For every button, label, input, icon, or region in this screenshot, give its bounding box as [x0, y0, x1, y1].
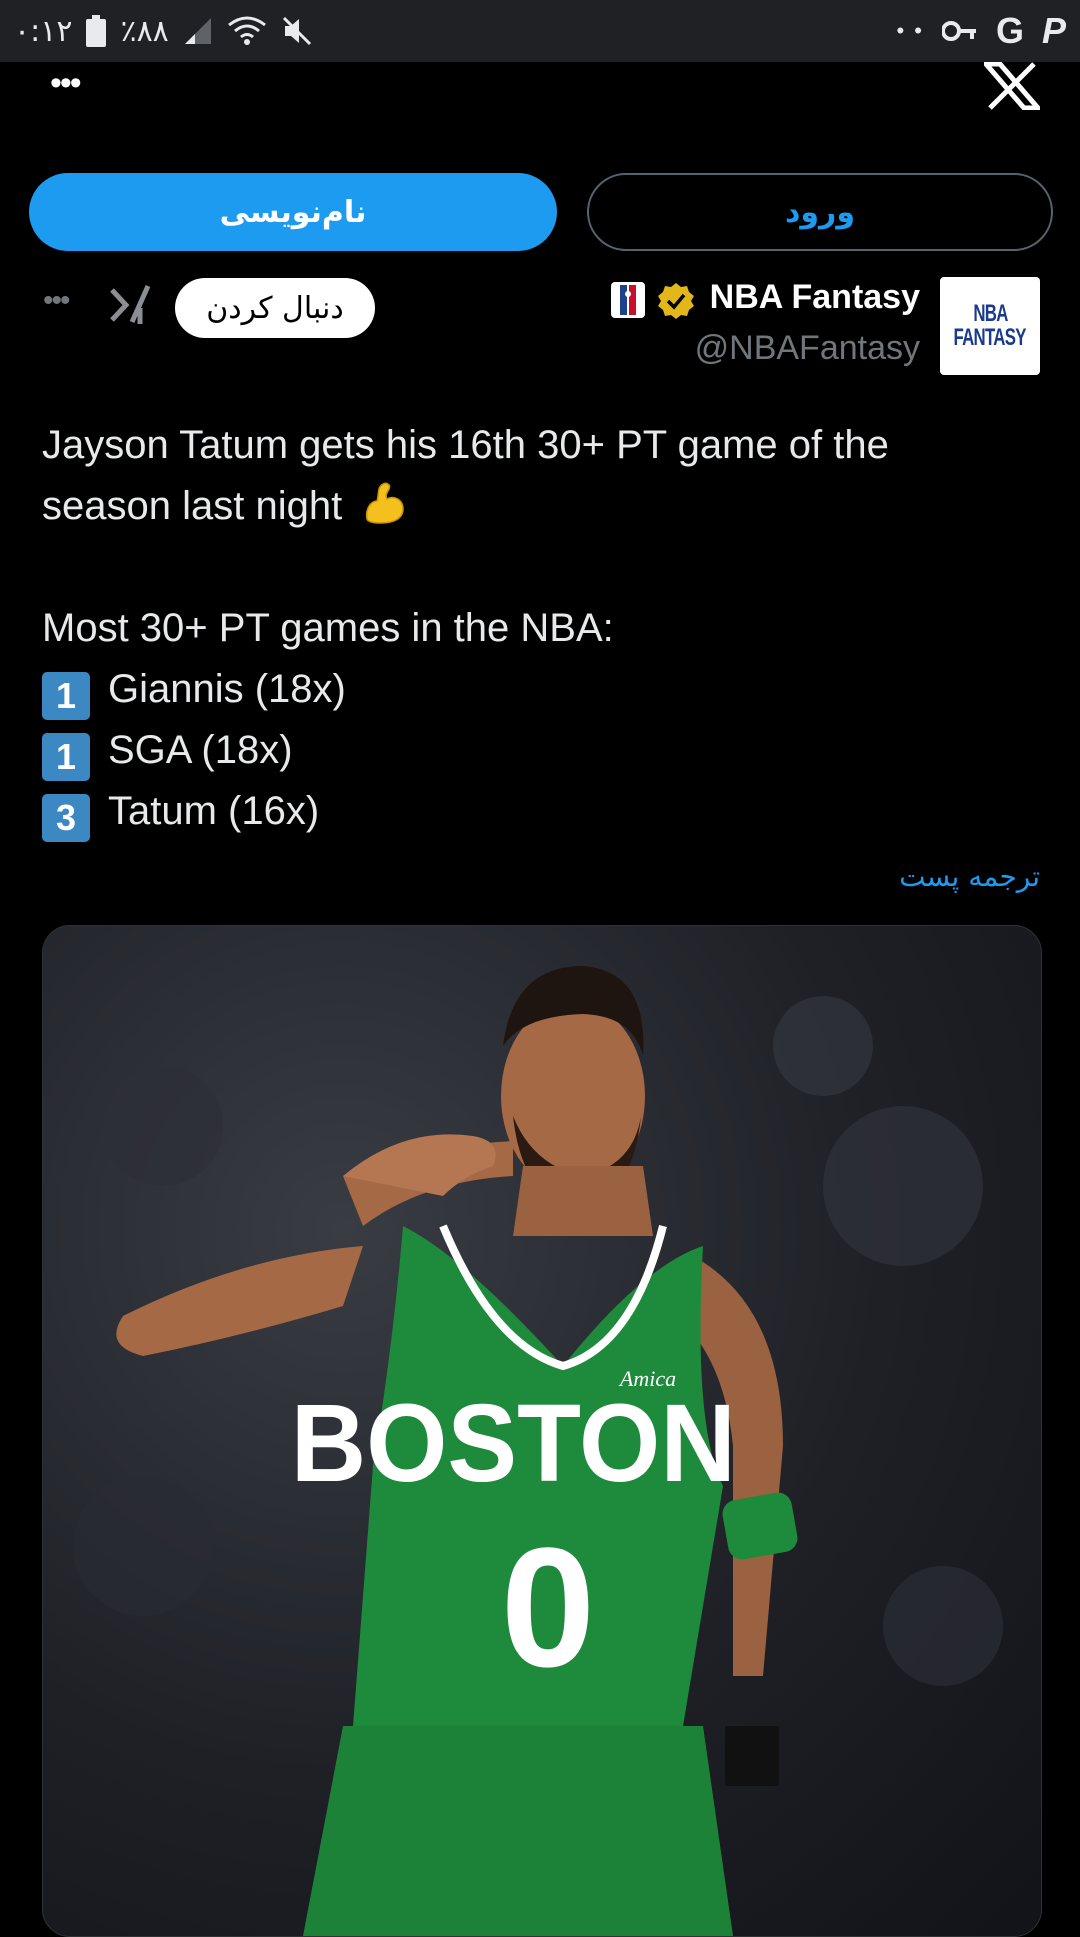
- follow-button[interactable]: دنبال کردن: [175, 278, 375, 338]
- translate-post-link[interactable]: ترجمه پست: [899, 860, 1040, 893]
- tweet-media[interactable]: BOSTON 0 Amica: [42, 925, 1042, 1937]
- nba-affiliate-icon: [611, 282, 645, 318]
- mute-icon: [281, 15, 313, 47]
- list-item-text: Tatum (16x): [108, 789, 320, 833]
- list-item: 3 Tatum (16x): [42, 781, 1042, 842]
- google-icon: G: [995, 10, 1024, 51]
- status-bar: ۰:۱۲ ٪۸۸ • • G P: [0, 0, 1080, 62]
- jersey-sponsor-text: Amica: [618, 1366, 676, 1391]
- login-button[interactable]: ورود: [587, 173, 1053, 251]
- tweet-line: season last night: [42, 484, 343, 528]
- keycap-icon: 1: [42, 671, 90, 720]
- flexed-biceps-icon: [361, 479, 409, 545]
- jersey-number-text: 0: [501, 1513, 596, 1703]
- battery-icon: [86, 15, 107, 47]
- grok-icon[interactable]: [110, 284, 152, 331]
- jersey-team-text: BOSTON: [291, 1382, 736, 1505]
- signal-icon: [183, 16, 213, 46]
- list-item: 1 Giannis (18x): [42, 659, 1042, 720]
- status-right: • • G P: [896, 10, 1066, 52]
- author-handle[interactable]: @NBAFantasy: [695, 329, 920, 368]
- x-logo-icon[interactable]: [980, 61, 1044, 115]
- tweet-line-with-emoji: season last night: [42, 476, 1042, 537]
- paypal-icon: P: [1041, 10, 1066, 51]
- avatar[interactable]: NBA FANTASY: [940, 277, 1040, 375]
- avatar-line1: NBA: [972, 300, 1008, 327]
- verified-badge-icon: [656, 281, 696, 326]
- status-left: ۰:۱۲ ٪۸۸: [14, 10, 313, 52]
- list-item-text: Giannis (18x): [108, 667, 346, 711]
- top-bar: •••: [0, 61, 1080, 150]
- avatar-line2: FANTASY: [953, 324, 1027, 351]
- more-options-icon[interactable]: •••: [50, 64, 82, 103]
- signup-button[interactable]: نام‌نویسی: [29, 173, 557, 251]
- list-item-text: SGA (18x): [108, 728, 293, 772]
- wifi-icon: [227, 15, 267, 47]
- post-menu-icon[interactable]: •••: [43, 284, 70, 318]
- battery-level: ٪۸۸: [120, 13, 169, 49]
- tweet-line: Jayson Tatum gets his 16th 30+ PT game o…: [42, 423, 889, 467]
- keycap-icon: 3: [42, 793, 90, 842]
- keycap-icon: 1: [42, 732, 90, 781]
- more-dots-icon: • •: [896, 18, 924, 43]
- clock: ۰:۱۲: [14, 13, 73, 49]
- key-icon: [941, 19, 978, 43]
- author-name[interactable]: NBA Fantasy: [710, 278, 920, 317]
- tweet-line: Most 30+ PT games in the NBA:: [42, 606, 614, 650]
- player-photo: BOSTON 0 Amica: [73, 966, 1003, 1936]
- list-item: 1 SGA (18x): [42, 720, 1042, 781]
- tweet-text: Jayson Tatum gets his 16th 30+ PT game o…: [42, 415, 1042, 842]
